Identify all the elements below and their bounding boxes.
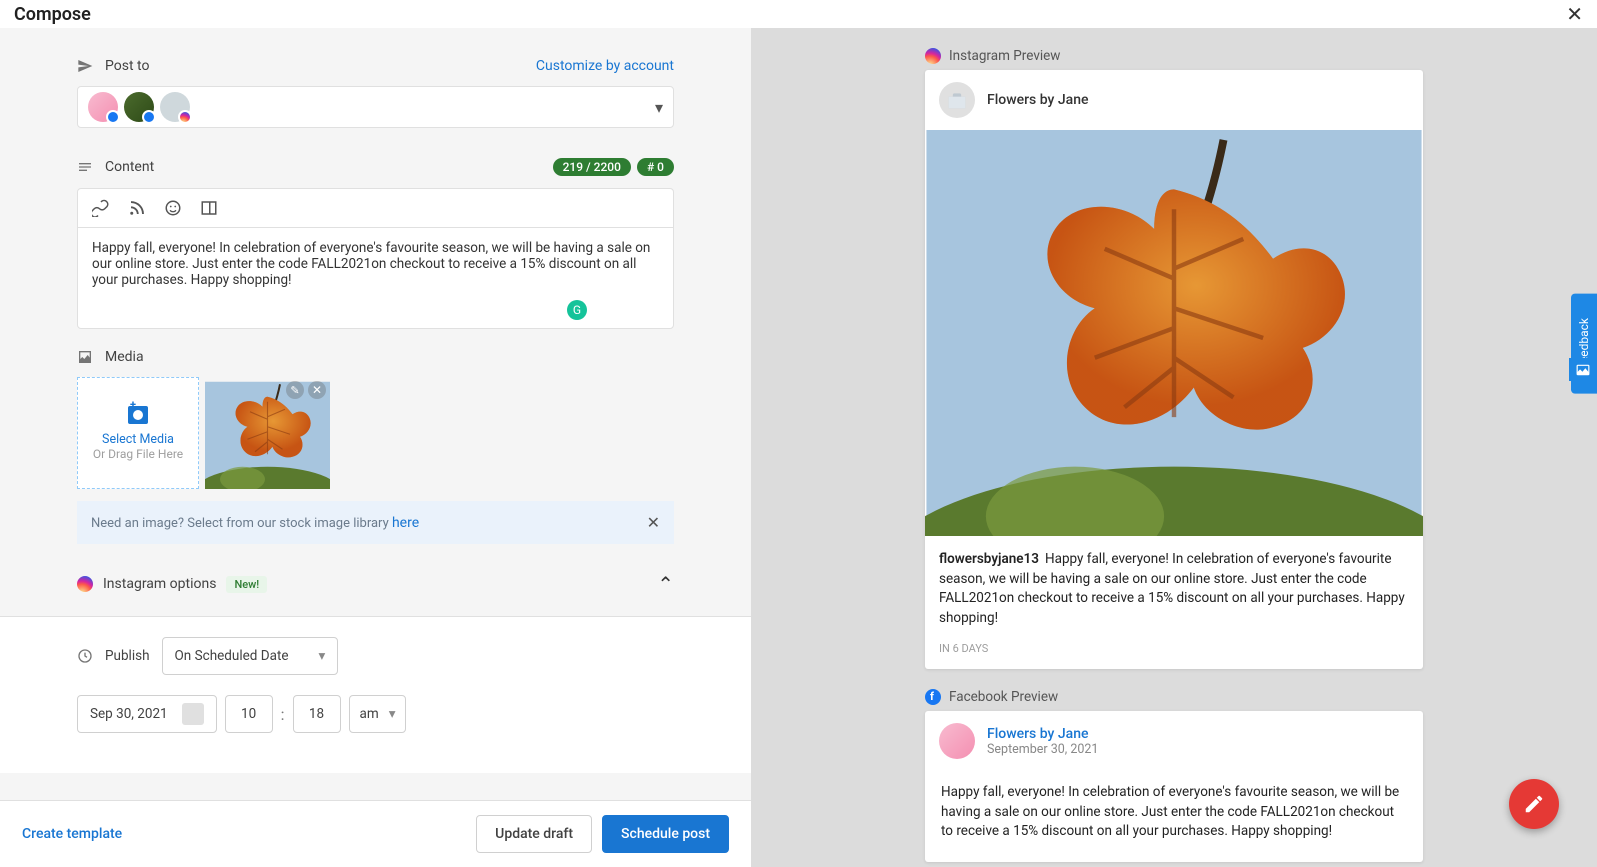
update-draft-button[interactable]: Update draft [476,815,592,853]
post-to-label: Post to [77,58,149,74]
account-avatar[interactable] [88,92,118,122]
instagram-icon [925,48,941,64]
calendar-icon [182,703,204,725]
instagram-preview-card: Flowers by Jane flowersbyjane13Happy fal… [925,70,1423,669]
media-dropzone[interactable]: Select Media Or Drag File Here [77,377,199,489]
create-template-link[interactable]: Create template [22,826,122,842]
stock-library-link[interactable]: here [392,515,419,531]
facebook-preview-card: Flowers by Jane September 30, 2021 Happy… [925,711,1423,862]
dialog-header: Compose ✕ [0,0,1597,28]
chevron-down-icon: ▾ [655,98,663,117]
media-label: Media [77,349,674,365]
compose-footer: Create template Update draft Schedule po… [0,800,751,867]
date-picker[interactable]: Sep 30, 2021 [77,695,217,733]
instagram-options-toggle[interactable]: Instagram options New! ⌃ [77,572,674,596]
chevron-up-icon: ⌃ [657,572,674,596]
facebook-body: Happy fall, everyone! In celebration of … [925,771,1423,862]
remove-media-icon[interactable]: ✕ [308,381,326,399]
account-avatar[interactable] [124,92,154,122]
panel-icon[interactable] [200,199,218,217]
hour-input[interactable]: 10 [225,695,273,733]
instagram-timestamp: IN 6 DAYS [925,642,1423,669]
media-thumbnail[interactable]: ✎ ✕ [205,377,330,489]
clock-icon [77,648,93,664]
avatar [939,82,975,118]
rss-icon[interactable] [128,199,146,217]
ampm-select[interactable]: am▾ [349,695,407,733]
publish-label: Publish [105,648,150,664]
dismiss-hint-icon[interactable]: ✕ [647,513,660,532]
edit-media-icon[interactable]: ✎ [286,381,304,399]
preview-image [925,130,1423,536]
preview-pane: Instagram Preview Flowers by Jane flower… [751,28,1597,867]
camera-icon [128,406,148,424]
dialog-title: Compose [14,4,91,25]
accounts-selector[interactable]: ▾ [77,86,674,128]
compose-pane: Post to Customize by account ▾ Content [0,28,751,867]
emoji-icon[interactable] [164,199,182,217]
instagram-icon [77,576,93,592]
instagram-preview-label: Instagram Preview [925,48,1423,64]
hashtag-counter: # 0 [637,158,674,176]
link-icon[interactable] [92,199,110,217]
feedback-photo-icon[interactable] [1569,358,1597,381]
grammarly-icon[interactable]: G [567,300,587,320]
facebook-preview-label: Facebook Preview [925,689,1423,705]
customize-by-account-link[interactable]: Customize by account [536,58,674,74]
new-badge: New! [226,576,267,593]
content-label: Content [77,159,154,175]
compose-fab[interactable] [1509,779,1559,829]
facebook-icon [925,689,941,705]
minute-input[interactable]: 18 [293,695,341,733]
close-button[interactable]: ✕ [1566,2,1583,26]
account-avatar[interactable] [160,92,190,122]
instagram-caption: flowersbyjane13Happy fall, everyone! In … [925,536,1423,642]
char-counter: 219 / 2200 [553,158,631,176]
avatar [939,723,975,759]
schedule-post-button[interactable]: Schedule post [602,815,729,853]
publish-mode-select[interactable]: On Scheduled Date▾ [162,637,339,675]
stock-hint: Need an image? Select from our stock ima… [77,501,674,544]
